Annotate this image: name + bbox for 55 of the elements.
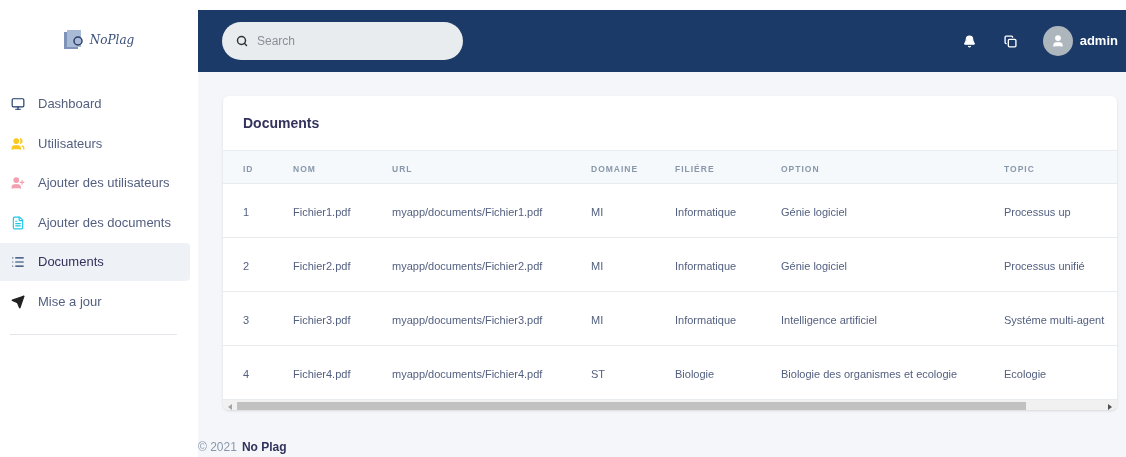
table-cell: Processus unifié	[1004, 259, 1085, 272]
table-cell: myapp/documents/Fichier1.pdf	[392, 205, 543, 218]
column-header: FILIÉRE	[675, 164, 715, 174]
paper-plane-icon	[11, 294, 25, 309]
table-cell: Fichier3.pdf	[293, 313, 351, 326]
table-cell: MI	[591, 313, 604, 326]
table-cell: Biologie des organismes et ecologie	[781, 367, 958, 380]
list-icon	[11, 255, 25, 269]
sidebar-item[interactable]: Documents	[0, 243, 190, 281]
table-cell: Ecologie	[1004, 367, 1047, 380]
column-header: ID	[243, 164, 254, 174]
table-cell: Informatique	[675, 313, 737, 326]
logo-text: NoPlag	[89, 32, 135, 49]
table-cell: 2	[243, 259, 250, 272]
table-cell: Fichier2.pdf	[293, 259, 351, 272]
table-cell: 1	[243, 205, 250, 218]
column-header: DOMAINE	[591, 164, 639, 174]
table-cell: Fichier4.pdf	[293, 367, 351, 380]
table-cell: Fichier1.pdf	[293, 205, 351, 218]
table-cell: Génie logiciel	[781, 259, 848, 272]
horizontal-scrollbar[interactable]	[223, 400, 1117, 410]
user-avatar[interactable]	[1042, 26, 1073, 56]
table-cell: ST	[591, 367, 606, 380]
column-header: URL	[392, 164, 413, 174]
document-icon	[11, 215, 25, 230]
table-cell: Informatique	[675, 205, 737, 218]
column-header: NOM	[293, 164, 316, 174]
table-cell: Génie logiciel	[781, 205, 848, 218]
column-header: TOPIC	[1004, 164, 1035, 174]
table-cell: MI	[591, 259, 604, 272]
user-plus-icon	[11, 176, 25, 190]
monitor-icon	[11, 97, 25, 111]
card-title: Documents	[243, 113, 320, 133]
table-cell: Processus up	[1004, 205, 1071, 218]
footer-link[interactable]: No Plag	[241, 438, 287, 456]
search-icon	[236, 35, 248, 47]
copyright-text: © 2021	[198, 439, 237, 456]
table-cell: myapp/documents/Fichier2.pdf	[392, 259, 543, 272]
table-cell: myapp/documents/Fichier4.pdf	[392, 367, 543, 380]
bell-icon[interactable]	[962, 34, 976, 48]
scrollbar-thumb[interactable]	[237, 401, 1026, 410]
table-cell: 4	[243, 367, 250, 380]
table-cell: myapp/documents/Fichier3.pdf	[392, 313, 543, 326]
table-cell: 3	[243, 313, 250, 326]
user-name[interactable]: admin	[1079, 31, 1118, 51]
search-field[interactable]: Search	[222, 22, 463, 60]
column-header: OPTION	[781, 164, 820, 174]
table-cell: MI	[591, 205, 604, 218]
table-cell: Systéme multi-agent	[1004, 313, 1105, 326]
table-cell: Intelligence artificiel	[781, 313, 877, 326]
logo-icon	[63, 30, 86, 50]
table-cell: Informatique	[675, 259, 737, 272]
users-icon	[11, 136, 25, 151]
windows-icon[interactable]	[1003, 34, 1017, 48]
table-cell: Biologie	[675, 367, 715, 380]
